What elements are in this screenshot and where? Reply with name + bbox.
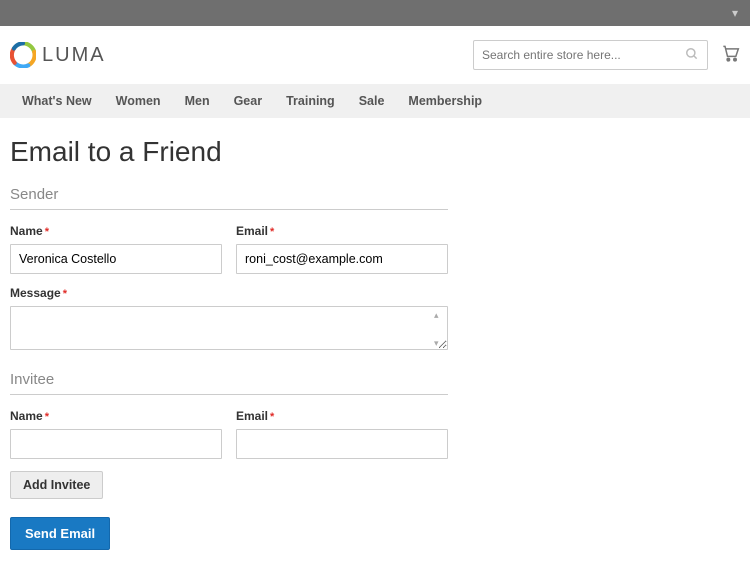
search-box[interactable] <box>473 40 708 70</box>
sender-name-input[interactable] <box>10 244 222 274</box>
nav-gear[interactable]: Gear <box>222 94 275 108</box>
cart-icon[interactable] <box>720 43 740 68</box>
invitee-name-input[interactable] <box>10 429 222 459</box>
required-star: * <box>270 226 274 238</box>
nav-men[interactable]: Men <box>173 94 222 108</box>
required-star: * <box>45 226 49 238</box>
required-star: * <box>63 288 67 300</box>
chevron-down-icon[interactable]: ▾ <box>732 6 738 20</box>
search-input[interactable] <box>482 48 685 62</box>
sender-email-label: Email* <box>236 224 448 238</box>
sender-fieldset: Sender Name* Email* Message* ▴▾ <box>10 186 448 353</box>
sender-email-input[interactable] <box>236 244 448 274</box>
header: LUMA <box>0 26 750 84</box>
nav-membership[interactable]: Membership <box>396 94 494 108</box>
page-title: Email to a Friend <box>10 136 740 168</box>
sender-message-input[interactable] <box>10 306 448 350</box>
invitee-email-label: Email* <box>236 409 448 423</box>
invitee-name-label: Name* <box>10 409 222 423</box>
logo-text: LUMA <box>42 44 106 67</box>
sender-message-label: Message* <box>10 286 448 300</box>
invitee-legend: Invitee <box>10 371 448 395</box>
invitee-fieldset: Invitee Name* Email* Add Invitee <box>10 371 448 499</box>
send-email-button[interactable]: Send Email <box>10 517 110 550</box>
sender-legend: Sender <box>10 186 448 210</box>
add-invitee-button[interactable]: Add Invitee <box>10 471 103 499</box>
required-star: * <box>45 411 49 423</box>
nav-women[interactable]: Women <box>104 94 173 108</box>
main-nav: What's New Women Men Gear Training Sale … <box>0 84 750 118</box>
nav-whats-new[interactable]: What's New <box>10 94 104 108</box>
sender-name-label: Name* <box>10 224 222 238</box>
logo[interactable]: LUMA <box>10 42 106 68</box>
invitee-email-input[interactable] <box>236 429 448 459</box>
search-icon[interactable] <box>685 47 699 64</box>
top-banner: ▾ <box>0 0 750 26</box>
logo-icon <box>10 42 36 68</box>
nav-sale[interactable]: Sale <box>347 94 397 108</box>
page-content: Email to a Friend Sender Name* Email* Me… <box>0 118 750 570</box>
nav-training[interactable]: Training <box>274 94 347 108</box>
required-star: * <box>270 411 274 423</box>
